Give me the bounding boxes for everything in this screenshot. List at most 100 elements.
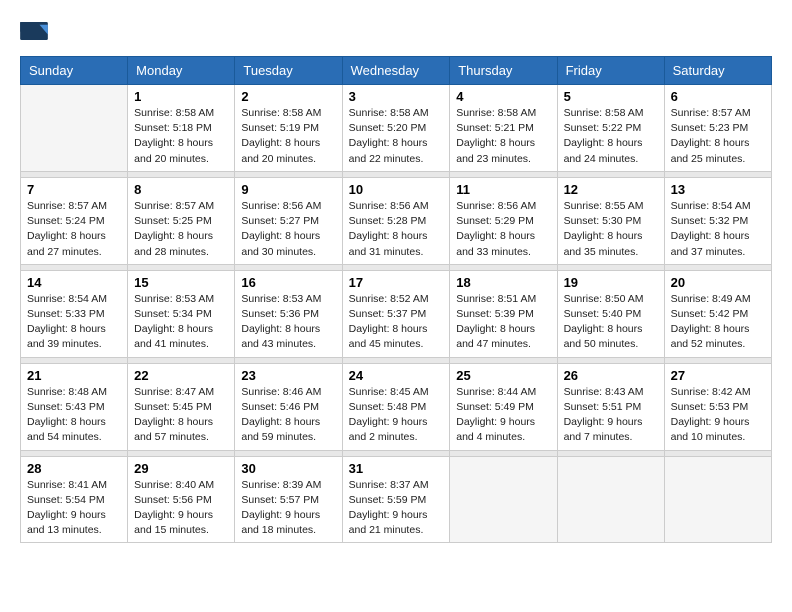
day-number: 31: [349, 461, 444, 476]
day-number: 12: [564, 182, 658, 197]
calendar-day-cell: 4 Sunrise: 8:58 AM Sunset: 5:21 PM Daylig…: [450, 85, 557, 172]
day-number: 11: [456, 182, 550, 197]
calendar-day-cell: [21, 85, 128, 172]
day-info: Sunrise: 8:39 AM Sunset: 5:57 PM Dayligh…: [241, 478, 335, 539]
day-number: 2: [241, 89, 335, 104]
calendar-day-cell: 31Sunrise: 8:37 AM Sunset: 5:59 PM Dayli…: [342, 456, 450, 543]
calendar-day-cell: 20 Sunrise: 8:49 AM Sunset: 5:42 PM Dayli…: [664, 270, 771, 357]
day-info: Sunrise: 8:54 AM Sunset: 5:33 PM Dayligh…: [27, 292, 121, 353]
day-info: Sunrise: 8:56 AM Sunset: 5:27 PM Dayligh…: [241, 199, 335, 260]
day-info: Sunrise: 8:43 AM Sunset: 5:51 PM Dayligh…: [564, 385, 658, 446]
day-number: 5: [564, 89, 658, 104]
weekday-header: Saturday: [664, 57, 771, 85]
calendar-day-cell: 14 Sunrise: 8:54 AM Sunset: 5:33 PM Dayli…: [21, 270, 128, 357]
calendar-day-cell: 6 Sunrise: 8:57 AM Sunset: 5:23 PM Daylig…: [664, 85, 771, 172]
weekday-header: Monday: [128, 57, 235, 85]
logo: [20, 20, 52, 40]
day-info: Sunrise: 8:46 AM Sunset: 5:46 PM Dayligh…: [241, 385, 335, 446]
day-number: 16: [241, 275, 335, 290]
day-number: 23: [241, 368, 335, 383]
day-number: 15: [134, 275, 228, 290]
day-number: 25: [456, 368, 550, 383]
day-number: 24: [349, 368, 444, 383]
calendar-day-cell: 28 Sunrise: 8:41 AM Sunset: 5:54 PM Dayli…: [21, 456, 128, 543]
calendar-day-cell: 3 Sunrise: 8:58 AM Sunset: 5:20 PM Daylig…: [342, 85, 450, 172]
calendar-day-cell: 8 Sunrise: 8:57 AM Sunset: 5:25 PM Daylig…: [128, 177, 235, 264]
day-number: 6: [671, 89, 765, 104]
day-number: 8: [134, 182, 228, 197]
day-info: Sunrise: 8:45 AM Sunset: 5:48 PM Dayligh…: [349, 385, 444, 446]
day-number: 9: [241, 182, 335, 197]
day-info: Sunrise: 8:44 AM Sunset: 5:49 PM Dayligh…: [456, 385, 550, 446]
calendar-day-cell: 5Sunrise: 8:58 AM Sunset: 5:22 PM Daylig…: [557, 85, 664, 172]
day-number: 7: [27, 182, 121, 197]
day-info: Sunrise: 8:53 AM Sunset: 5:36 PM Dayligh…: [241, 292, 335, 353]
day-number: 28: [27, 461, 121, 476]
day-number: 1: [134, 89, 228, 104]
day-number: 4: [456, 89, 550, 104]
calendar-day-cell: 30 Sunrise: 8:39 AM Sunset: 5:57 PM Dayli…: [235, 456, 342, 543]
calendar-day-cell: 13 Sunrise: 8:54 AM Sunset: 5:32 PM Dayli…: [664, 177, 771, 264]
day-number: 29: [134, 461, 228, 476]
calendar-week-row: 21Sunrise: 8:48 AM Sunset: 5:43 PM Dayli…: [21, 363, 772, 450]
calendar-day-cell: 16 Sunrise: 8:53 AM Sunset: 5:36 PM Dayli…: [235, 270, 342, 357]
day-info: Sunrise: 8:41 AM Sunset: 5:54 PM Dayligh…: [27, 478, 121, 539]
day-info: Sunrise: 8:56 AM Sunset: 5:28 PM Dayligh…: [349, 199, 444, 260]
calendar-header-row: SundayMondayTuesdayWednesdayThursdayFrid…: [21, 57, 772, 85]
calendar-day-cell: [450, 456, 557, 543]
day-info: Sunrise: 8:50 AM Sunset: 5:40 PM Dayligh…: [564, 292, 658, 353]
calendar-day-cell: 27Sunrise: 8:42 AM Sunset: 5:53 PM Dayli…: [664, 363, 771, 450]
calendar-day-cell: 2 Sunrise: 8:58 AM Sunset: 5:19 PM Daylig…: [235, 85, 342, 172]
calendar-day-cell: 23 Sunrise: 8:46 AM Sunset: 5:46 PM Dayli…: [235, 363, 342, 450]
day-info: Sunrise: 8:47 AM Sunset: 5:45 PM Dayligh…: [134, 385, 228, 446]
day-number: 22: [134, 368, 228, 383]
calendar-day-cell: 21Sunrise: 8:48 AM Sunset: 5:43 PM Dayli…: [21, 363, 128, 450]
day-info: Sunrise: 8:55 AM Sunset: 5:30 PM Dayligh…: [564, 199, 658, 260]
day-info: Sunrise: 8:58 AM Sunset: 5:18 PM Dayligh…: [134, 106, 228, 167]
day-info: Sunrise: 8:52 AM Sunset: 5:37 PM Dayligh…: [349, 292, 444, 353]
logo-icon: [20, 22, 48, 40]
day-number: 27: [671, 368, 765, 383]
calendar-week-row: 1 Sunrise: 8:58 AM Sunset: 5:18 PM Daylig…: [21, 85, 772, 172]
day-number: 30: [241, 461, 335, 476]
day-number: 3: [349, 89, 444, 104]
day-info: Sunrise: 8:57 AM Sunset: 5:23 PM Dayligh…: [671, 106, 765, 167]
calendar-table: SundayMondayTuesdayWednesdayThursdayFrid…: [20, 56, 772, 543]
calendar-week-row: 7 Sunrise: 8:57 AM Sunset: 5:24 PM Daylig…: [21, 177, 772, 264]
weekday-header: Tuesday: [235, 57, 342, 85]
calendar-day-cell: 24 Sunrise: 8:45 AM Sunset: 5:48 PM Dayli…: [342, 363, 450, 450]
day-number: 13: [671, 182, 765, 197]
day-number: 17: [349, 275, 444, 290]
calendar-week-row: 28 Sunrise: 8:41 AM Sunset: 5:54 PM Dayli…: [21, 456, 772, 543]
day-info: Sunrise: 8:58 AM Sunset: 5:19 PM Dayligh…: [241, 106, 335, 167]
day-number: 10: [349, 182, 444, 197]
calendar-day-cell: 17 Sunrise: 8:52 AM Sunset: 5:37 PM Dayli…: [342, 270, 450, 357]
day-info: Sunrise: 8:57 AM Sunset: 5:24 PM Dayligh…: [27, 199, 121, 260]
day-info: Sunrise: 8:53 AM Sunset: 5:34 PM Dayligh…: [134, 292, 228, 353]
day-info: Sunrise: 8:40 AM Sunset: 5:56 PM Dayligh…: [134, 478, 228, 539]
weekday-header: Sunday: [21, 57, 128, 85]
calendar-day-cell: 22 Sunrise: 8:47 AM Sunset: 5:45 PM Dayli…: [128, 363, 235, 450]
calendar-day-cell: 1 Sunrise: 8:58 AM Sunset: 5:18 PM Daylig…: [128, 85, 235, 172]
day-info: Sunrise: 8:58 AM Sunset: 5:20 PM Dayligh…: [349, 106, 444, 167]
day-number: 26: [564, 368, 658, 383]
calendar-day-cell: 25 Sunrise: 8:44 AM Sunset: 5:49 PM Dayli…: [450, 363, 557, 450]
weekday-header: Thursday: [450, 57, 557, 85]
calendar-week-row: 14 Sunrise: 8:54 AM Sunset: 5:33 PM Dayli…: [21, 270, 772, 357]
calendar-day-cell: 11 Sunrise: 8:56 AM Sunset: 5:29 PM Dayli…: [450, 177, 557, 264]
calendar-day-cell: 29 Sunrise: 8:40 AM Sunset: 5:56 PM Dayli…: [128, 456, 235, 543]
calendar-day-cell: 9 Sunrise: 8:56 AM Sunset: 5:27 PM Daylig…: [235, 177, 342, 264]
day-info: Sunrise: 8:54 AM Sunset: 5:32 PM Dayligh…: [671, 199, 765, 260]
day-number: 14: [27, 275, 121, 290]
day-number: 20: [671, 275, 765, 290]
day-info: Sunrise: 8:57 AM Sunset: 5:25 PM Dayligh…: [134, 199, 228, 260]
day-info: Sunrise: 8:49 AM Sunset: 5:42 PM Dayligh…: [671, 292, 765, 353]
day-info: Sunrise: 8:56 AM Sunset: 5:29 PM Dayligh…: [456, 199, 550, 260]
weekday-header: Wednesday: [342, 57, 450, 85]
day-info: Sunrise: 8:58 AM Sunset: 5:21 PM Dayligh…: [456, 106, 550, 167]
day-number: 18: [456, 275, 550, 290]
calendar-day-cell: 12 Sunrise: 8:55 AM Sunset: 5:30 PM Dayli…: [557, 177, 664, 264]
calendar-day-cell: 26 Sunrise: 8:43 AM Sunset: 5:51 PM Dayli…: [557, 363, 664, 450]
calendar-day-cell: 15 Sunrise: 8:53 AM Sunset: 5:34 PM Dayli…: [128, 270, 235, 357]
calendar-day-cell: 10 Sunrise: 8:56 AM Sunset: 5:28 PM Dayli…: [342, 177, 450, 264]
